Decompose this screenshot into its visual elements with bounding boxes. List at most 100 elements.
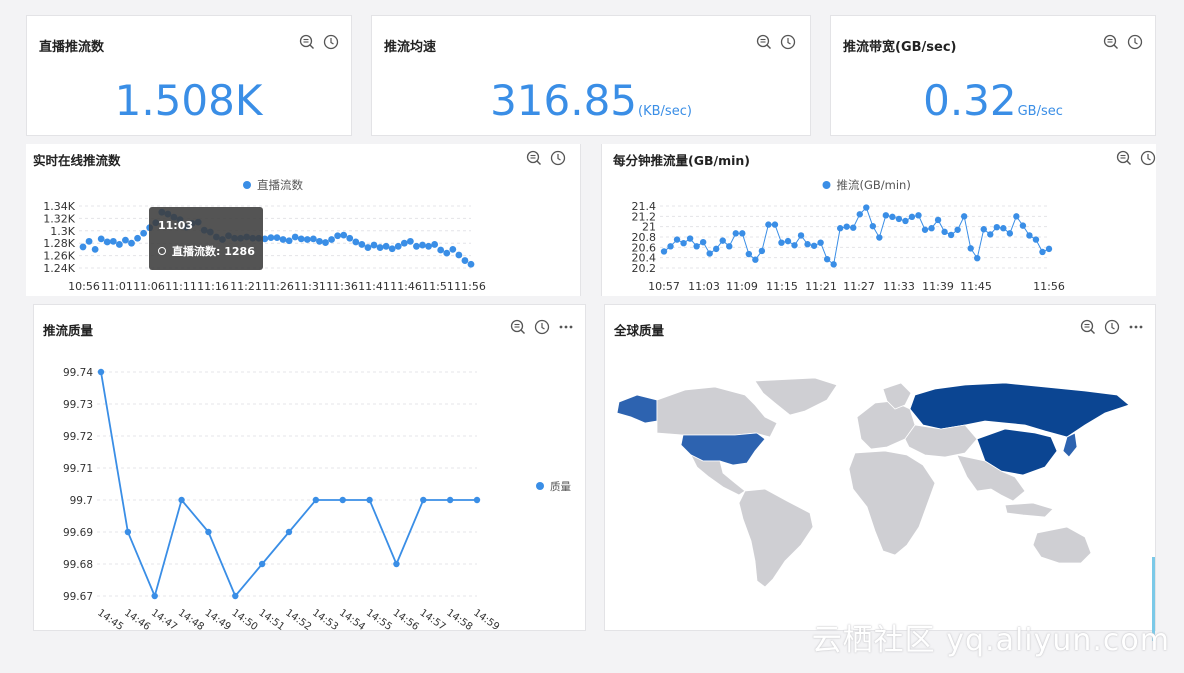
kpi-card-bandwidth: 推流带宽(GB/sec) 0.32GB/sec: [830, 15, 1156, 136]
data-point: [467, 260, 475, 268]
data-point: [97, 368, 105, 376]
clock-icon[interactable]: [1127, 34, 1143, 50]
y-tick-label: 1.34K: [43, 200, 75, 213]
search-list-icon[interactable]: [1103, 34, 1119, 50]
data-point: [876, 234, 883, 241]
kpi-card-live-streams: 直播推流数 1.508K: [26, 15, 352, 136]
x-tick-label: 11:01: [101, 280, 133, 293]
data-point: [836, 225, 844, 232]
data-point: [334, 232, 342, 240]
x-tick-label: 11:33: [883, 280, 915, 293]
kpi-value: 1.508K: [114, 76, 263, 125]
data-point: [455, 251, 463, 259]
map-region-indonesia: [1004, 502, 1054, 518]
clock-icon[interactable]: [323, 34, 339, 50]
data-point: [686, 235, 694, 242]
data-point: [431, 241, 439, 248]
data-point: [419, 241, 426, 249]
x-tick-label: 14:50: [230, 607, 260, 632]
legend-label: 推流(GB/min): [837, 178, 911, 192]
clock-icon[interactable]: [780, 34, 796, 50]
data-point: [778, 239, 785, 246]
data-point: [446, 496, 454, 504]
data-point: [928, 225, 935, 232]
panel-realtime-streams: 实时在线推流数 1.24K 1.26K 1.28K 1.3K 1.32K 1.34K 10:…: [26, 144, 581, 296]
y-tick-label: 99.7: [70, 495, 93, 507]
search-list-icon[interactable]: [299, 34, 315, 50]
data-point: [726, 243, 733, 250]
y-tick-label: 1.3K: [50, 225, 75, 238]
x-tick-label: 11:36: [326, 280, 358, 293]
data-point: [693, 243, 700, 250]
data-point: [370, 241, 378, 249]
data-point: [758, 247, 766, 255]
data-point: [915, 212, 922, 219]
x-tick-label: 14:58: [444, 607, 474, 632]
x-tick-label: 14:51: [256, 607, 286, 632]
y-tick-label: 1.32K: [43, 212, 75, 225]
chart-realtime-streams: 1.24K1.26K1.28K1.3K1.32K1.34K10:56 11:01 1…: [43, 178, 486, 293]
data-point: [850, 224, 857, 231]
data-point: [376, 244, 384, 251]
map-region-africa: [848, 450, 936, 556]
data-point: [267, 234, 275, 242]
data-point: [205, 528, 212, 536]
data-point: [941, 228, 948, 236]
y-tick-label: 21.4: [632, 200, 657, 213]
legend-marker: [243, 181, 251, 189]
card-actions: [1103, 34, 1143, 50]
search-list-icon[interactable]: [756, 34, 772, 50]
data-point: [285, 237, 293, 245]
data-point: [745, 250, 753, 258]
x-tick-label: 10:57: [648, 280, 680, 293]
chart-per-minute-volume: 20.220.420.620.82121.221.410:57 11:03 11:0…: [632, 178, 1065, 293]
x-tick-label: 14:53: [310, 607, 340, 632]
data-point: [732, 230, 739, 237]
data-point: [882, 212, 890, 219]
data-point: [394, 242, 402, 250]
x-tick-label: 14:49: [203, 607, 233, 632]
data-point: [273, 234, 281, 242]
x-tick-label: 11:26: [262, 280, 294, 293]
data-point: [706, 250, 713, 257]
legend-label: 直播流数: [257, 178, 303, 192]
data-point: [752, 256, 759, 263]
data-point: [804, 241, 811, 248]
x-tick-label: 14:54: [337, 607, 367, 632]
kpi-value: 0.32GB/sec: [923, 76, 1063, 125]
data-point: [673, 236, 681, 243]
x-tick-label: 14:47: [149, 607, 179, 632]
data-point: [1000, 225, 1007, 232]
tooltip-value: 直播流数: 1286: [172, 245, 255, 258]
x-tick-label: 14:59: [471, 607, 501, 632]
tooltip-dot-icon: [158, 247, 166, 255]
y-tick-label: 99.72: [63, 431, 93, 443]
data-point: [449, 246, 457, 253]
y-tick-label: 1.24K: [43, 262, 75, 275]
data-point: [339, 496, 346, 504]
data-point: [1032, 236, 1040, 243]
x-tick-label: 11:03: [688, 280, 720, 293]
map-region-alaska: [616, 394, 658, 424]
data-point: [103, 238, 111, 246]
data-point: [420, 496, 427, 504]
data-point: [443, 249, 451, 257]
x-tick-label: 11:09: [726, 280, 758, 293]
data-point: [1019, 222, 1027, 229]
data-point: [1006, 230, 1014, 237]
card-actions: [299, 34, 339, 50]
data-point: [340, 231, 348, 239]
data-point: [1013, 213, 1020, 220]
data-point: [115, 241, 123, 248]
legend-label: 质量: [550, 481, 571, 493]
x-tick-label: 14:48: [176, 607, 206, 632]
data-point: [316, 237, 323, 245]
y-tick-label: 1.26K: [43, 250, 75, 263]
data-point: [279, 236, 287, 243]
map-region-australia: [1032, 526, 1092, 564]
data-point: [122, 236, 129, 244]
x-tick-label: 11:56: [454, 280, 486, 293]
data-point: [987, 231, 994, 238]
data-point: [889, 213, 896, 221]
x-tick-label: 11:27: [843, 280, 875, 293]
